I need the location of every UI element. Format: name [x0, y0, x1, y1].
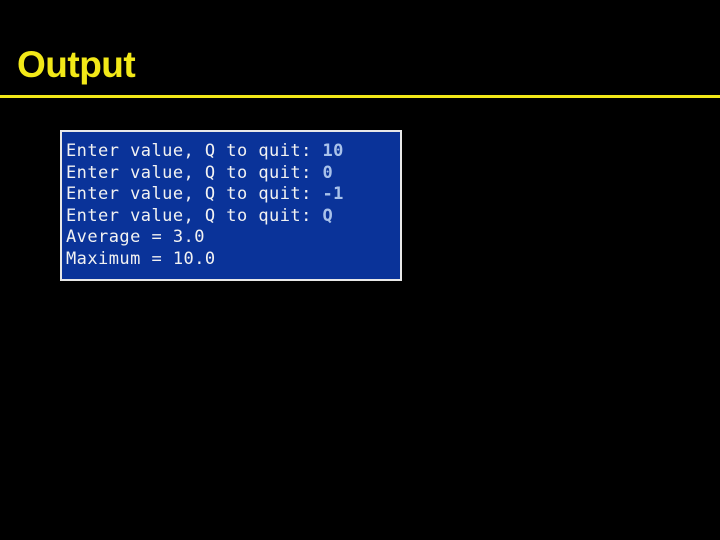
console-entered-value: 0 — [322, 162, 334, 183]
console-line: Average = 3.0 — [66, 227, 400, 249]
console-prompt-text: Enter value, Q to quit: — [66, 205, 323, 226]
console-line: Enter value, Q to quit: -1 — [66, 184, 400, 206]
console-prompt-text: Enter value, Q to quit: — [66, 141, 323, 161]
console-entered-value: -1 — [322, 184, 344, 204]
page-title: Output — [17, 44, 136, 85]
console-output-lines: Enter value, Q to quit: 10 Enter value, … — [66, 141, 400, 270]
console-entered-value: Q — [322, 205, 334, 226]
console-prompt-text: Enter value, Q to quit: — [66, 184, 323, 204]
console-line: Maximum = 10.0 — [66, 249, 400, 271]
console-entered-value: 10 — [322, 141, 344, 161]
console-prompt-text: Enter value, Q to quit: — [66, 162, 323, 183]
console-line: Enter value, Q to quit: Q — [66, 206, 400, 228]
console-result-average: Average = 3.0 — [66, 227, 205, 247]
console-output-box: Enter value, Q to quit: 10 Enter value, … — [60, 130, 402, 281]
console-line: Enter value, Q to quit: 0 — [66, 163, 400, 185]
console-result-maximum: Maximum = 10.0 — [66, 248, 216, 269]
console-line: Enter value, Q to quit: 10 — [66, 141, 400, 163]
title-divider-rule — [0, 95, 720, 98]
slide: Output Enter value, Q to quit: 10 Enter … — [0, 0, 720, 540]
